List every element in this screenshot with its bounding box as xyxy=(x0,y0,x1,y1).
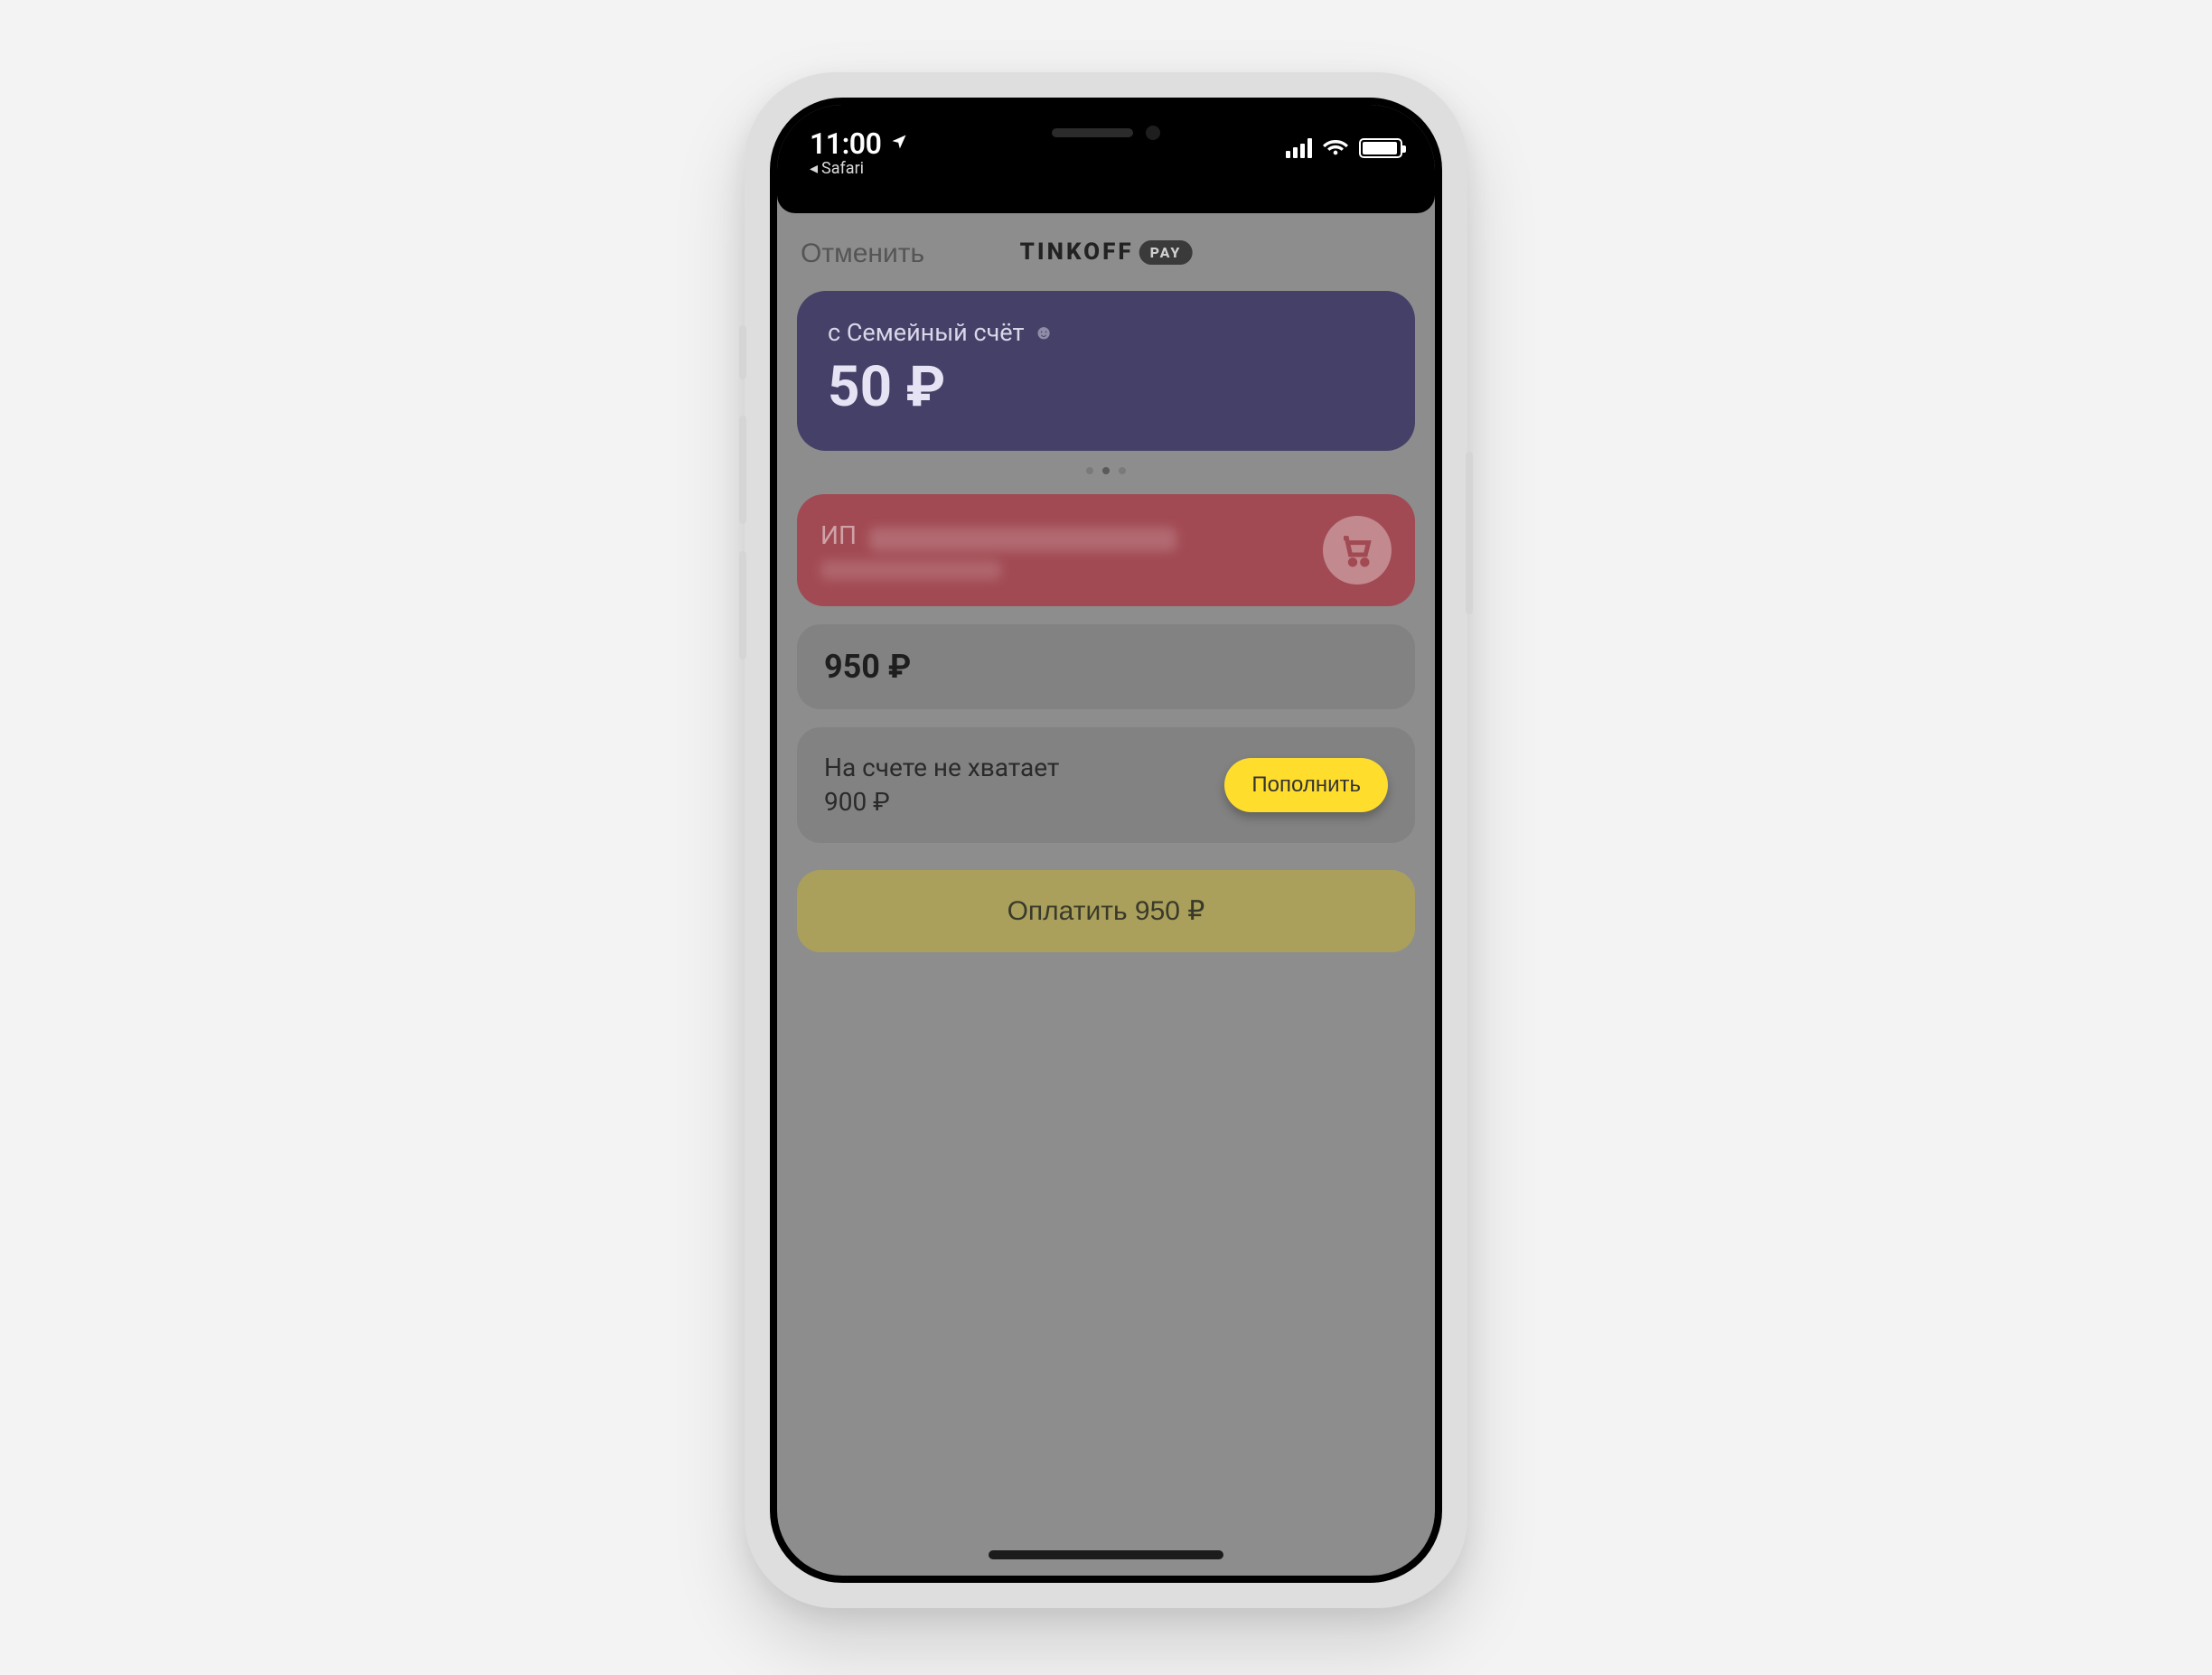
brand-pay-badge: PAY xyxy=(1139,240,1193,265)
phone-side-button xyxy=(739,325,746,379)
phone-screen: 11:00 ◂ Safari xyxy=(777,105,1435,1576)
phone-mockup: 11:00 ◂ Safari xyxy=(745,72,1467,1608)
front-camera xyxy=(1146,126,1160,140)
source-account-label: с Семейный счёт xyxy=(828,318,1024,347)
source-account-balance: 50 ₽ xyxy=(828,354,1384,420)
payment-sheet: Отменить TINKOFF PAY с Семейный счёт ☻ xyxy=(777,195,1435,1576)
battery-icon xyxy=(1359,138,1402,158)
cellular-signal-icon xyxy=(1286,138,1312,158)
phone-volume-down xyxy=(739,551,746,660)
insufficient-funds-amount: 900 ₽ xyxy=(824,785,1059,819)
topup-button[interactable]: Пополнить xyxy=(1224,758,1388,812)
sheet-header: Отменить TINKOFF PAY xyxy=(777,213,1435,291)
cart-icon xyxy=(1323,516,1392,585)
brand-name: TINKOFF xyxy=(1020,239,1134,266)
merchant-detail-redacted xyxy=(820,560,1001,580)
status-time: 11:00 xyxy=(810,126,881,161)
insufficient-funds-row: На счете не хватает 900 ₽ Пополнить xyxy=(797,727,1415,843)
card-pager-dots[interactable] xyxy=(797,451,1415,494)
cancel-button[interactable]: Отменить xyxy=(801,239,924,269)
payment-amount-row: 950 ₽ xyxy=(797,624,1415,709)
merchant-prefix: ИП xyxy=(820,520,857,550)
insufficient-funds-line1: На счете не хватает xyxy=(824,751,1059,785)
sheet-grabber-strip xyxy=(777,195,1435,213)
home-indicator[interactable] xyxy=(989,1550,1223,1559)
back-to-app-label: Safari xyxy=(821,159,864,178)
topup-label: Пополнить xyxy=(1251,772,1361,797)
phone-notch xyxy=(952,105,1260,161)
location-icon xyxy=(890,133,908,154)
payment-amount: 950 ₽ xyxy=(824,648,1388,686)
phone-volume-up xyxy=(739,416,746,524)
speaker-grille xyxy=(1052,128,1133,137)
family-icon: ☻ xyxy=(1033,321,1054,344)
pay-button[interactable]: Оплатить 950 ₽ xyxy=(797,870,1415,952)
chevron-left-icon: ◂ xyxy=(810,159,818,178)
pay-button-label: Оплатить 950 ₽ xyxy=(1008,896,1205,926)
merchant-name-redacted xyxy=(869,528,1176,551)
wifi-icon xyxy=(1323,134,1348,163)
cancel-label: Отменить xyxy=(801,239,924,268)
back-to-app[interactable]: ◂ Safari xyxy=(810,159,864,178)
merchant-card: ИП xyxy=(797,494,1415,606)
source-account-card[interactable]: с Семейный счёт ☻ 50 ₽ xyxy=(797,291,1415,451)
brand-logo: TINKOFF PAY xyxy=(1020,239,1193,266)
phone-power-button xyxy=(1466,452,1473,614)
